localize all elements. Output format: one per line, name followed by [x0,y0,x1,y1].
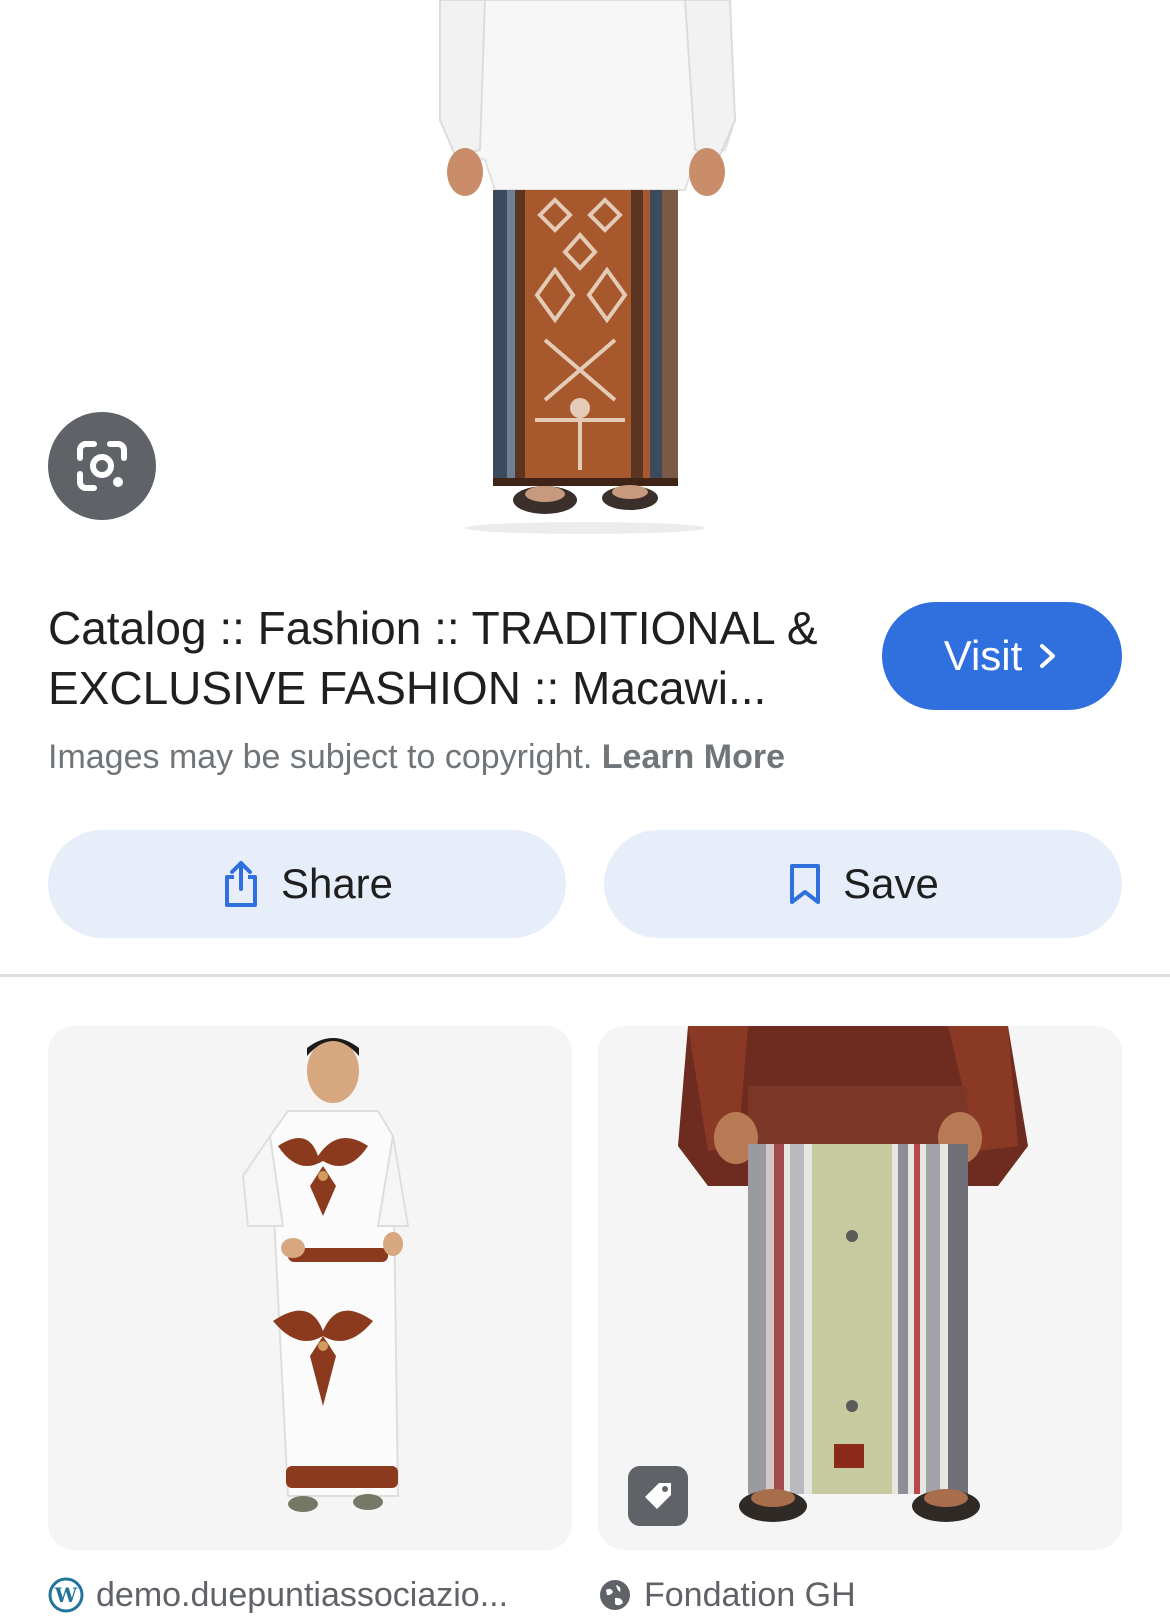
main-image[interactable] [0,0,1170,545]
share-button[interactable]: Share [48,830,566,938]
wordpress-icon: W [48,1577,84,1613]
google-lens-icon [77,441,127,491]
copyright-notice: Images may be subject to copyright. Lear… [48,738,785,777]
bookmark-icon [790,864,821,904]
product-tag-badge [628,1466,688,1526]
share-icon [224,861,257,907]
globe-icon [600,1580,630,1610]
tag-icon [645,1483,671,1509]
save-label: Save [843,860,939,907]
save-button[interactable]: Save [604,830,1122,938]
svg-text:W: W [54,1583,78,1607]
related-image-card[interactable] [598,1026,1122,1550]
result-title[interactable]: Catalog :: Fashion :: TRADITIONAL & EXCL… [48,598,828,718]
related-image-batik-robe [48,1026,572,1550]
source-name: Fondation GH [644,1575,856,1614]
related-image-card[interactable] [48,1026,572,1550]
sarong-photo [439,0,737,534]
chevron-right-icon [1040,644,1056,668]
copyright-text: Images may be subject to copyright. [48,738,593,776]
section-divider [0,974,1170,977]
visit-button[interactable]: Visit [882,602,1122,710]
learn-more-link[interactable]: Learn More [602,738,785,776]
related-source-link[interactable]: Fondation GH [598,1572,1118,1618]
source-name: demo.duepuntiassociazio... [96,1575,509,1614]
lens-search-button[interactable] [48,412,156,520]
share-label: Share [280,860,394,907]
visit-label: Visit [943,632,1023,679]
related-source-link[interactable]: W demo.duepuntiassociazio... [48,1572,558,1618]
